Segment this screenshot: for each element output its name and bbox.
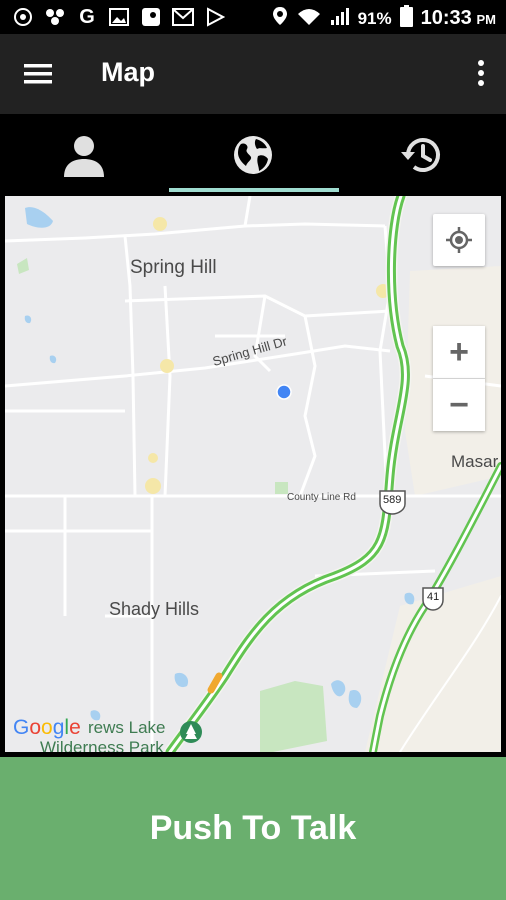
map-label-county-line-rd: County Line Rd	[287, 492, 356, 503]
google-icon: G	[79, 5, 95, 28]
push-to-talk-button[interactable]: Push To Talk	[0, 757, 506, 900]
location-icon	[272, 6, 288, 31]
map-label-park-line2: Wilderness Park	[40, 738, 164, 752]
map-base-layer	[5, 196, 501, 752]
maps-icon	[140, 7, 162, 27]
wifi-calling-icon	[296, 6, 322, 31]
map-label-spring-hill: Spring Hill	[130, 257, 217, 278]
zoom-in-icon: +	[449, 333, 469, 371]
push-to-talk-label: Push To Talk	[149, 809, 357, 847]
tab-bar	[0, 114, 506, 195]
clock-ampm: PM	[476, 12, 497, 27]
zoom-in-button[interactable]: +	[433, 326, 485, 379]
my-location-button[interactable]	[433, 214, 485, 266]
battery-icon	[399, 5, 413, 32]
map-label-masaryk: Masar	[451, 452, 499, 471]
signal-icon	[330, 6, 350, 31]
map-view[interactable]: Spring Hill Spring Hill Dr County Line R…	[5, 196, 501, 752]
google-logo: Google	[13, 716, 81, 739]
system-icons: 91% 10:33 PM	[272, 5, 496, 32]
status-bar: G 91% 10:33 PM	[0, 0, 506, 34]
my-location-icon	[446, 227, 472, 253]
overflow-icon	[478, 60, 484, 86]
tab-history[interactable]	[338, 114, 506, 195]
person-icon	[64, 135, 104, 177]
battery-level: 91%	[357, 8, 392, 28]
overflow-menu-button[interactable]	[474, 56, 488, 92]
map-label-shady-hills: Shady Hills	[109, 599, 200, 619]
menu-button[interactable]	[20, 58, 60, 90]
notification-icons: G	[12, 5, 226, 28]
clock-time: 10:33	[420, 7, 472, 29]
clock: 10:33 PM	[421, 7, 496, 30]
map-label-park-line1: rews Lake	[88, 718, 166, 737]
shield-589-label: 589	[383, 494, 402, 506]
page-title: Map	[101, 57, 155, 87]
image-icon	[108, 7, 130, 27]
play-store-icon	[204, 7, 226, 27]
tab-indicator	[169, 188, 339, 192]
app-bar: Map	[0, 34, 506, 114]
gmail-icon	[172, 7, 194, 27]
globe-icon	[234, 135, 272, 174]
zoom-out-icon: −	[449, 386, 469, 424]
tab-map[interactable]	[169, 114, 337, 195]
dots-icon	[44, 7, 66, 27]
shield-41-label: 41	[427, 591, 440, 603]
tab-contacts[interactable]	[0, 114, 168, 195]
alarm-icon	[12, 7, 34, 27]
menu-icon	[24, 64, 52, 84]
history-icon	[401, 137, 440, 172]
zoom-out-button[interactable]: −	[433, 379, 485, 431]
